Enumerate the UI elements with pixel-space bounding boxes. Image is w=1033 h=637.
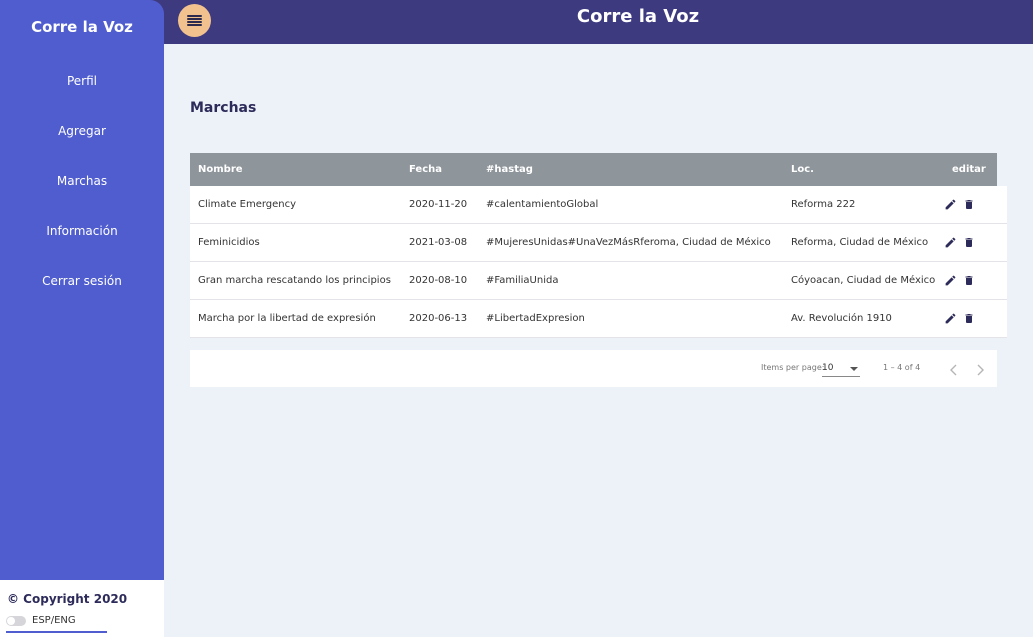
language-underline xyxy=(6,631,107,633)
cell-fecha: 2020-06-13 xyxy=(409,313,468,324)
cell-nombre: Climate Emergency xyxy=(198,199,297,210)
sidebar-item-marchas[interactable]: Marchas xyxy=(0,174,164,188)
cell-loc: Av. Revolución 1910 xyxy=(791,313,892,324)
cell-nombre: Gran marcha rescatando los principios xyxy=(198,275,391,286)
row-actions xyxy=(944,274,975,287)
trash-icon[interactable] xyxy=(963,236,975,249)
cell-nombre: Feminicidios xyxy=(198,237,260,248)
pencil-icon[interactable] xyxy=(944,198,957,211)
pencil-icon[interactable] xyxy=(944,274,957,287)
chevron-down-icon xyxy=(850,367,858,371)
cell-hashtag: #MujeresUnidas#UnaVezMásRferoma, Ciudad … xyxy=(486,237,771,248)
cell-hashtag: #FamiliaUnida xyxy=(486,275,559,286)
table-row: Climate Emergency 2020-11-20 #calentamie… xyxy=(190,186,1007,224)
column-header-hashtag[interactable]: #hastag xyxy=(486,164,533,175)
paginator: Items per page: 10 1 – 4 of 4 xyxy=(190,350,997,387)
sidebar-brand: Corre la Voz xyxy=(31,18,133,36)
language-switch: ESP/ENG xyxy=(6,615,76,626)
menu-toggle-button[interactable] xyxy=(178,4,211,37)
table-row: Marcha por la libertad de expresión 2020… xyxy=(190,300,1007,338)
items-per-page-select[interactable]: 10 xyxy=(822,360,860,377)
sidebar-item-perfil[interactable]: Perfil xyxy=(0,74,164,88)
trash-icon[interactable] xyxy=(963,198,975,211)
column-header-loc[interactable]: Loc. xyxy=(791,164,814,175)
chevron-left-icon[interactable] xyxy=(948,362,960,376)
pencil-icon[interactable] xyxy=(944,236,957,249)
row-actions xyxy=(944,236,975,249)
sidebar: Corre la Voz Perfil Agregar Marchas Info… xyxy=(0,0,164,637)
table-header: Nombre Fecha #hastag Loc. editar xyxy=(190,153,997,186)
range-label: 1 – 4 of 4 xyxy=(883,363,921,372)
pencil-icon[interactable] xyxy=(944,312,957,325)
items-per-page-label: Items per page: xyxy=(761,363,825,372)
trash-icon[interactable] xyxy=(963,274,975,287)
cell-loc: Reforma, Ciudad de México xyxy=(791,237,929,248)
table-row: Gran marcha rescatando los principios 20… xyxy=(190,262,1007,300)
language-label: ESP/ENG xyxy=(32,615,76,626)
sidebar-footer: © Copyright 2020 ESP/ENG xyxy=(0,580,164,637)
cell-hashtag: #calentamientoGlobal xyxy=(486,199,599,210)
column-header-fecha[interactable]: Fecha xyxy=(409,164,442,175)
sidebar-item-informacion[interactable]: Información xyxy=(0,224,164,238)
cell-fecha: 2020-11-20 xyxy=(409,199,468,210)
cell-fecha: 2020-08-10 xyxy=(409,275,468,286)
row-actions xyxy=(944,198,975,211)
sidebar-item-agregar[interactable]: Agregar xyxy=(0,124,164,138)
chevron-right-icon[interactable] xyxy=(974,362,986,376)
cell-loc: Cóyoacan, Ciudad de México xyxy=(791,275,936,286)
page-title: Marchas xyxy=(190,100,257,116)
table-row: Feminicidios 2021-03-08 #MujeresUnidas#U… xyxy=(190,224,1007,262)
cell-fecha: 2021-03-08 xyxy=(409,237,468,248)
column-header-nombre[interactable]: Nombre xyxy=(198,164,243,175)
hamburger-menu-icon xyxy=(187,15,202,26)
row-actions xyxy=(944,312,975,325)
trash-icon[interactable] xyxy=(963,312,975,325)
cell-nombre: Marcha por la libertad de expresión xyxy=(198,313,376,324)
copyright-text: © Copyright 2020 xyxy=(7,592,128,606)
sidebar-item-cerrar-sesion[interactable]: Cerrar sesión xyxy=(0,274,164,288)
language-toggle[interactable] xyxy=(6,615,26,626)
marchas-table: Nombre Fecha #hastag Loc. editar Climate… xyxy=(190,153,1007,338)
cell-loc: Reforma 222 xyxy=(791,199,856,210)
column-header-editar: editar xyxy=(952,164,986,175)
items-per-page-value: 10 xyxy=(822,363,834,373)
cell-hashtag: #LibertadExpresion xyxy=(486,313,585,324)
